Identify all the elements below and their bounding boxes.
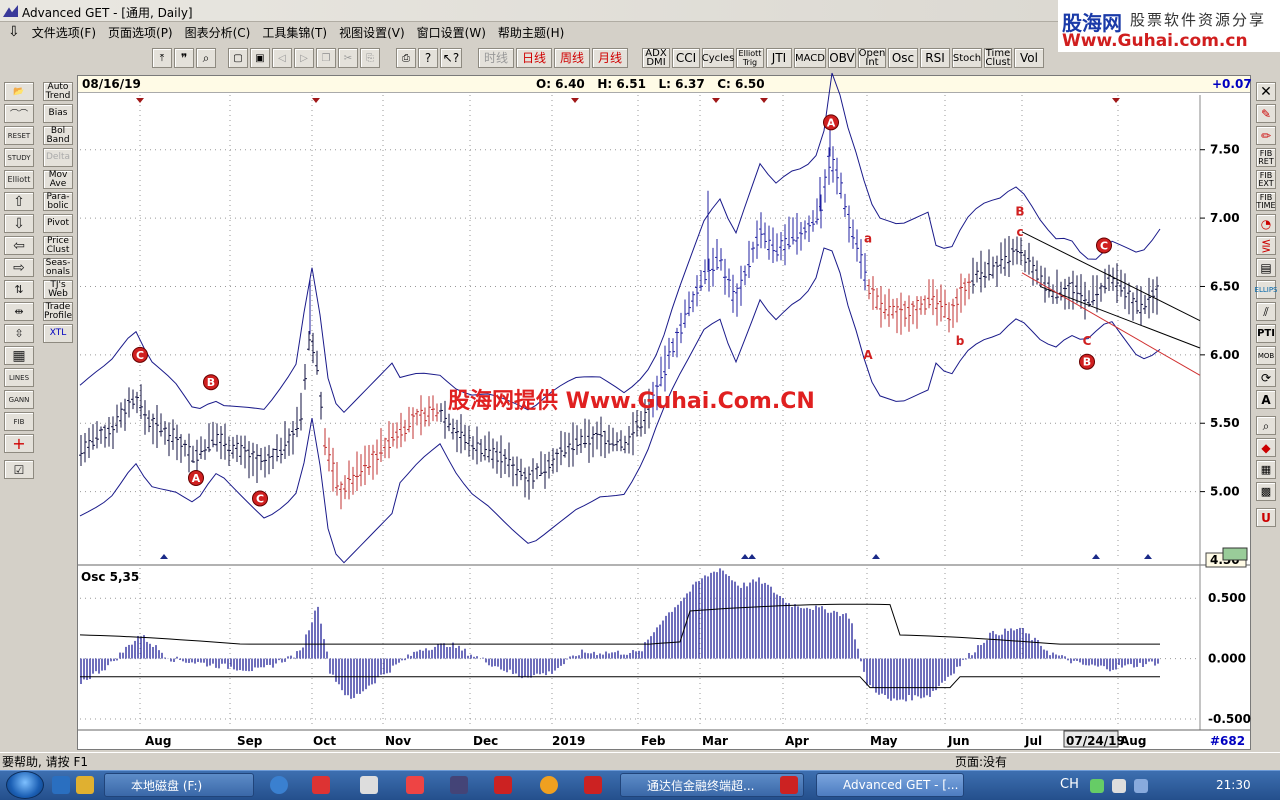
status-bar — [0, 752, 1280, 770]
elliott-wave-label: C — [136, 349, 144, 362]
notepad-icon[interactable] — [360, 776, 378, 794]
elliott-wave-label: b — [956, 334, 965, 348]
time-tick-label: 2019 — [552, 734, 585, 748]
time-tick-label: Feb — [641, 734, 666, 748]
tray-clock: 21:30 — [1216, 778, 1251, 792]
stock-app-icon[interactable] — [494, 776, 512, 794]
elliott-wave-label: a — [864, 232, 872, 246]
tray-volume-icon[interactable] — [1112, 779, 1126, 793]
price-tick-label: 5.00 — [1210, 485, 1240, 499]
elliott-wave-label: C — [1083, 334, 1092, 348]
time-tick-label: Aug — [1120, 734, 1146, 748]
task-advanced-get[interactable]: Advanced GET - [... — [816, 773, 964, 797]
app-red-icon[interactable] — [312, 776, 330, 794]
osc-tick-label: -0.500 — [1208, 712, 1251, 726]
axis-scale-icon — [1222, 547, 1248, 561]
time-tick-label: May — [870, 734, 898, 748]
price-tick-label: 6.00 — [1210, 348, 1240, 362]
task-local-disk[interactable]: 本地磁盘 (F:) — [104, 773, 254, 797]
tray-language[interactable]: CH — [1060, 777, 1079, 792]
bar-count-label: #682 — [1210, 734, 1245, 748]
chart-watermark: 股海网提供 Www.Guhai.Com.CN — [448, 388, 815, 414]
elliott-wave-label: A — [863, 348, 873, 362]
elliott-wave-label: C — [256, 492, 264, 505]
price-tick-label: 7.50 — [1210, 143, 1240, 157]
elliott-wave-label: c — [1016, 225, 1023, 239]
browser-icon[interactable] — [270, 776, 288, 794]
tray-shield-icon[interactable] — [1090, 779, 1104, 793]
oscillator-label: Osc 5,35 — [81, 570, 140, 584]
osc-tick-label: 0.000 — [1208, 652, 1246, 666]
chrome-icon[interactable] — [540, 776, 558, 794]
stock-app2-icon[interactable] — [584, 776, 602, 794]
time-tick-label: Sep — [237, 734, 263, 748]
time-tick-label: Dec — [473, 734, 498, 748]
elliott-wave-label: A — [827, 116, 836, 129]
task-tdx[interactable]: 通达信金融终端超... — [620, 773, 804, 797]
time-tick-label: 07/24/19 — [1066, 734, 1125, 748]
start-button[interactable] — [6, 771, 44, 799]
osc-lower-line — [80, 676, 1160, 689]
elliott-wave-label: B — [1015, 204, 1024, 218]
time-tick-label: Mar — [702, 734, 728, 748]
terminal-icon[interactable] — [450, 776, 468, 794]
time-tick-label: Jun — [947, 734, 970, 748]
elliott-wave-label: B — [1083, 356, 1091, 369]
price-tick-label: 5.50 — [1210, 416, 1240, 430]
price-chart[interactable]: Aug Sep Oct Nov Dec 2019 Feb Mar Apr May Jun Jul 07/… — [0, 0, 1280, 752]
folder-icon[interactable] — [76, 776, 94, 794]
time-tick-label: Apr — [785, 734, 809, 748]
media-icon[interactable] — [406, 776, 424, 794]
price-tick-label: 7.00 — [1210, 211, 1240, 225]
stock-app3-icon[interactable] — [780, 776, 798, 794]
elliott-wave-label: A — [192, 472, 201, 485]
status-page: 页面:没有 — [955, 755, 1008, 769]
price-tick-label: 6.50 — [1210, 279, 1240, 293]
elliott-wave-label: C — [1100, 239, 1108, 252]
status-help: 要帮助, 请按 F1 — [2, 755, 88, 769]
tray-network-icon[interactable] — [1134, 779, 1148, 793]
osc-upper-line — [79, 603, 1160, 645]
time-tick-label: Aug — [145, 734, 171, 748]
time-tick-label: Nov — [385, 734, 411, 748]
elliott-wave-label: B — [207, 376, 215, 389]
osc-tick-label: 0.500 — [1208, 591, 1246, 605]
ie-icon[interactable] — [52, 776, 70, 794]
time-tick-label: Jul — [1024, 734, 1042, 748]
time-tick-label: Oct — [313, 734, 336, 748]
